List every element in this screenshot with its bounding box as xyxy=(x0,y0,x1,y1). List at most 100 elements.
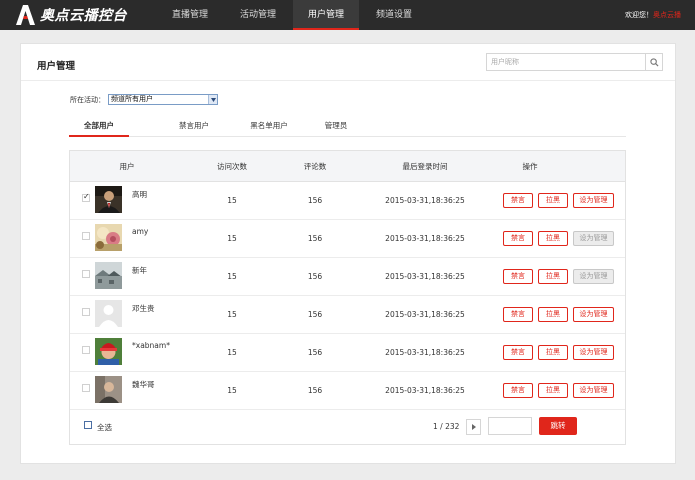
comment-count: 156 xyxy=(307,310,323,319)
set-admin-button[interactable]: 设为管理 xyxy=(573,193,614,208)
visit-count: 15 xyxy=(227,196,237,205)
logo[interactable]: 奥点云播控台 xyxy=(14,4,127,26)
row-checkbox[interactable] xyxy=(82,232,90,240)
avatar xyxy=(95,186,122,213)
last-login-time: 2015-03-31,18:36:25 xyxy=(385,196,465,205)
row-checkbox[interactable] xyxy=(82,346,90,354)
user-name: 高明 xyxy=(132,190,147,199)
visit-count: 15 xyxy=(227,310,237,319)
mute-button[interactable]: 禁言 xyxy=(503,307,533,322)
row-checkbox[interactable] xyxy=(82,192,90,202)
page-title: 用户管理 xyxy=(37,61,76,72)
users-table: 用户 访问次数 评论数 最后登录时间 操作 高明 15 156 2015-03-… xyxy=(69,150,626,445)
comment-count: 156 xyxy=(307,386,323,395)
set-admin-button: 设为管理 xyxy=(573,269,614,284)
top-bar: 奥点云播控台 直播管理 活动管理 用户管理 频道设置 欢迎您！奥点云播 xyxy=(0,0,695,30)
table-header: 用户 访问次数 评论数 最后登录时间 操作 xyxy=(70,151,625,182)
search-box xyxy=(486,53,663,71)
jump-button[interactable]: 跳转 xyxy=(539,417,577,435)
main-nav: 直播管理 活动管理 用户管理 频道设置 xyxy=(157,0,429,30)
mute-button[interactable]: 禁言 xyxy=(503,345,533,360)
avatar xyxy=(95,376,122,403)
set-admin-button[interactable]: 设为管理 xyxy=(573,383,614,398)
table-row: 魏华哥 15 156 2015-03-31,18:36:25 禁言 拉黑 设为管… xyxy=(70,372,625,410)
user-name: *xabnam* xyxy=(132,341,170,350)
user-name: 魏华哥 xyxy=(132,380,155,389)
mute-button[interactable]: 禁言 xyxy=(503,231,533,246)
avatar xyxy=(95,224,122,251)
header-divider xyxy=(21,80,675,81)
mute-button[interactable]: 禁言 xyxy=(503,269,533,284)
tab-blacklist-users[interactable]: 黑名单用户 xyxy=(239,117,299,137)
search-input[interactable] xyxy=(487,54,645,70)
tab-all-users[interactable]: 全部用户 xyxy=(69,117,129,137)
select-all-label: 全选 xyxy=(97,423,112,432)
comment-count: 156 xyxy=(307,196,323,205)
next-page-button[interactable] xyxy=(466,419,481,435)
page-number-input[interactable] xyxy=(488,417,532,435)
last-login-time: 2015-03-31,18:36:25 xyxy=(385,234,465,243)
nav-item-channel-settings[interactable]: 频道设置 xyxy=(359,0,429,30)
block-button[interactable]: 拉黑 xyxy=(538,231,568,246)
user-name: 新年 xyxy=(132,266,147,275)
username-link[interactable]: 奥点云播 xyxy=(653,11,681,19)
block-button[interactable]: 拉黑 xyxy=(538,345,568,360)
visit-count: 15 xyxy=(227,348,237,357)
table-row: amy 15 156 2015-03-31,18:36:25 禁言 拉黑 设为管… xyxy=(70,220,625,258)
filter-label: 所在活动： xyxy=(70,95,105,104)
nav-item-live[interactable]: 直播管理 xyxy=(157,0,223,30)
logo-mark-icon xyxy=(16,5,35,25)
block-button[interactable]: 拉黑 xyxy=(538,269,568,284)
welcome-text: 欢迎您！奥点云播 xyxy=(625,0,681,30)
user-name: amy xyxy=(132,227,149,236)
last-login-time: 2015-03-31,18:36:25 xyxy=(385,272,465,281)
visit-count: 15 xyxy=(227,386,237,395)
table-row: *xabnam* 15 156 2015-03-31,18:36:25 禁言 拉… xyxy=(70,334,625,372)
welcome-label: 欢迎您！ xyxy=(625,11,653,19)
row-checkbox[interactable] xyxy=(82,270,90,278)
row-checkbox[interactable] xyxy=(82,384,90,392)
last-login-time: 2015-03-31,18:36:25 xyxy=(385,348,465,357)
table-row: 高明 15 156 2015-03-31,18:36:25 禁言 拉黑 设为管理 xyxy=(70,182,625,220)
header-user: 用户 xyxy=(119,162,135,171)
table-row: 邓生贵 15 156 2015-03-31,18:36:25 禁言 拉黑 设为管… xyxy=(70,296,625,334)
block-button[interactable]: 拉黑 xyxy=(538,193,568,208)
nav-item-users[interactable]: 用户管理 xyxy=(293,0,359,30)
chevron-down-icon xyxy=(208,95,217,104)
comment-count: 156 xyxy=(307,234,323,243)
mute-button[interactable]: 禁言 xyxy=(503,383,533,398)
tab-muted-users[interactable]: 禁言用户 xyxy=(169,117,219,137)
avatar xyxy=(95,262,122,289)
block-button[interactable]: 拉黑 xyxy=(538,307,568,322)
pager-status: 1 / 232 xyxy=(433,422,460,431)
tab-admins[interactable]: 管理员 xyxy=(316,117,356,137)
block-button[interactable]: 拉黑 xyxy=(538,383,568,398)
avatar xyxy=(95,338,122,365)
search-button[interactable] xyxy=(645,54,662,70)
nav-item-activities[interactable]: 活动管理 xyxy=(223,0,293,30)
search-icon xyxy=(649,57,659,67)
avatar xyxy=(95,300,122,327)
set-admin-button[interactable]: 设为管理 xyxy=(573,345,614,360)
activity-select-value: 频道所有用户 xyxy=(111,95,153,103)
select-all-checkbox[interactable] xyxy=(84,421,92,429)
header-visits: 访问次数 xyxy=(217,162,247,171)
set-admin-button: 设为管理 xyxy=(573,231,614,246)
activity-filter: 所在活动： 频道所有用户 xyxy=(70,94,218,105)
table-footer: 全选 1 / 232 跳转 xyxy=(70,410,625,446)
last-login-time: 2015-03-31,18:36:25 xyxy=(385,386,465,395)
app-name: 奥点云播控台 xyxy=(40,8,127,24)
user-tabs: 全部用户 禁言用户 黑名单用户 管理员 xyxy=(69,117,626,137)
set-admin-button[interactable]: 设为管理 xyxy=(573,307,614,322)
row-checkbox[interactable] xyxy=(82,308,90,316)
last-login-time: 2015-03-31,18:36:25 xyxy=(385,310,465,319)
visit-count: 15 xyxy=(227,272,237,281)
header-actions: 操作 xyxy=(522,162,538,171)
comment-count: 156 xyxy=(307,272,323,281)
activity-select[interactable]: 频道所有用户 xyxy=(108,94,218,105)
chevron-right-icon xyxy=(471,424,476,430)
header-comments: 评论数 xyxy=(303,162,327,171)
user-name: 邓生贵 xyxy=(132,304,155,313)
mute-button[interactable]: 禁言 xyxy=(503,193,533,208)
comment-count: 156 xyxy=(307,348,323,357)
